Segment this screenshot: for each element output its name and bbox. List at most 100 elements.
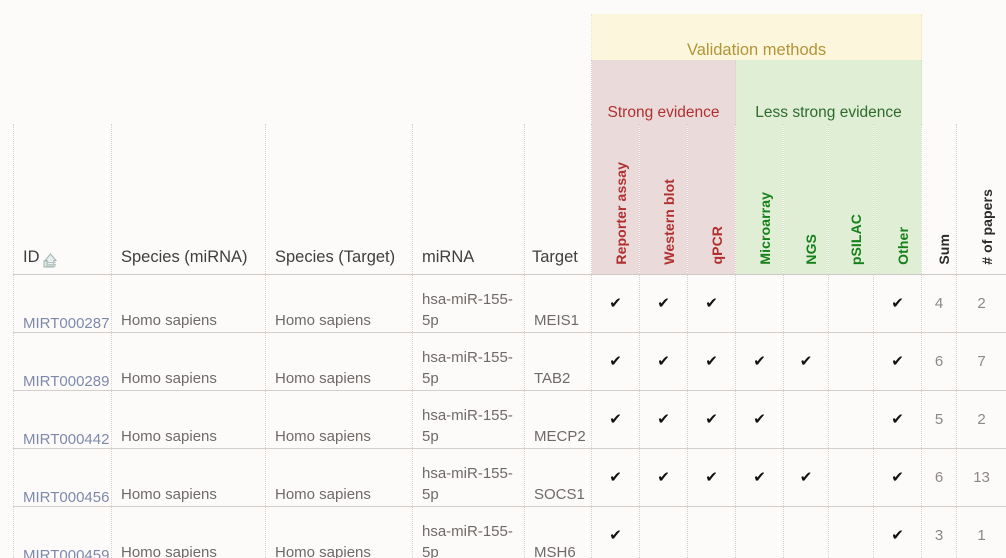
column-header-psilac-label: pSILAC (848, 213, 865, 265)
cell-other: ✔ (873, 390, 923, 449)
check-icon: ✔ (891, 411, 904, 428)
cell-id[interactable]: MIRT000459 (13, 506, 112, 558)
cell-target: SOCS1 (523, 448, 593, 507)
cell-qpcr: ✔ (687, 448, 737, 507)
cell-sum: 6 (921, 448, 958, 507)
check-icon: ✔ (705, 469, 718, 486)
group-header-spacer-right (922, 14, 1006, 60)
column-header-reporter-assay[interactable]: Reporter assay (591, 124, 641, 275)
column-header-species-mirna[interactable]: Species (miRNA) (111, 124, 266, 275)
group-header-row-2: Strong evidence Less strong evidence (14, 60, 1006, 124)
column-header-num-papers-label: # of papers (978, 189, 995, 265)
column-header-sum-label: Sum (936, 234, 953, 265)
cell-microarray (735, 506, 785, 558)
cell-id[interactable]: MIRT000289 (13, 332, 112, 391)
cell-western-blot: ✔ (639, 448, 689, 507)
column-header-num-papers[interactable]: # of papers (956, 124, 1006, 275)
cell-target: TAB2 (523, 332, 593, 391)
cell-species-target: Homo sapiens (265, 274, 413, 333)
cell-qpcr: ✔ (687, 274, 737, 333)
cell-num-papers: 1 (956, 506, 1006, 558)
group-header-validation-methods: Validation methods (591, 14, 923, 60)
group-header-strong-evidence: Strong evidence (591, 60, 737, 124)
cell-id[interactable]: MIRT000442 (13, 390, 112, 449)
cell-sum: 3 (921, 506, 958, 558)
cell-num-papers: 2 (956, 274, 1006, 333)
cell-mirna: hsa-miR-155-5p (412, 448, 525, 507)
column-header-microarray[interactable]: Microarray (735, 124, 785, 275)
column-header-other[interactable]: Other (873, 124, 923, 275)
cell-qpcr (687, 506, 737, 558)
column-header-microarray-label: Microarray (756, 192, 773, 265)
column-header-sum[interactable]: Sum (921, 124, 958, 275)
mirtarbase-id-link[interactable]: MIRT000287 (23, 315, 109, 332)
column-header-reporter-assay-label: Reporter assay (612, 162, 629, 265)
group-header-spacer-right-2 (922, 60, 1006, 124)
cell-mirna: hsa-miR-155-5p (412, 274, 525, 333)
column-header-target[interactable]: Target (523, 124, 593, 275)
cell-species-mirna: Homo sapiens (111, 274, 266, 333)
cell-ngs: ✔ (783, 448, 830, 507)
cell-other: ✔ (873, 506, 923, 558)
table-row[interactable]: MIRT000456 Homo sapiens Homo sapiens hsa-mi… (13, 448, 1006, 507)
cell-psilac (828, 332, 875, 391)
group-header-spacer-left (14, 14, 592, 60)
cell-ngs (783, 274, 830, 333)
column-header-ngs-label: NGS (803, 234, 820, 265)
cell-id[interactable]: MIRT000287 (13, 274, 112, 333)
column-header-id-label: ID (23, 247, 40, 266)
mirtarbase-id-link[interactable]: MIRT000442 (23, 431, 109, 448)
cell-species-target: Homo sapiens (265, 390, 413, 449)
cell-reporter-assay: ✔ (591, 332, 641, 391)
check-icon: ✔ (799, 469, 813, 486)
sort-updown-icon[interactable] (41, 251, 60, 270)
cell-reporter-assay: ✔ (591, 448, 641, 507)
check-icon: ✔ (753, 411, 766, 428)
column-header-id[interactable]: ID (13, 124, 112, 275)
check-icon: ✔ (609, 469, 622, 486)
cell-id[interactable]: MIRT000456 (13, 448, 112, 507)
group-header-row-1: Validation methods (14, 14, 1006, 60)
mirtarbase-id-link[interactable]: MIRT000459 (23, 547, 109, 558)
cell-microarray: ✔ (735, 332, 785, 391)
column-header-other-label: Other (894, 227, 911, 265)
check-icon: ✔ (891, 353, 904, 370)
check-icon: ✔ (891, 527, 904, 544)
cell-species-target: Homo sapiens (265, 506, 413, 558)
cell-species-target: Homo sapiens (265, 448, 413, 507)
cell-reporter-assay: ✔ (591, 274, 641, 333)
cell-mirna: hsa-miR-155-5p (412, 506, 525, 558)
cell-reporter-assay: ✔ (591, 506, 641, 558)
cell-species-mirna: Homo sapiens (111, 390, 266, 449)
mirtarbase-id-link[interactable]: MIRT000289 (23, 373, 109, 390)
cell-target: MECP2 (523, 390, 593, 449)
column-header-psilac[interactable]: pSILAC (828, 124, 875, 275)
cell-num-papers: 2 (956, 390, 1006, 449)
check-icon: ✔ (705, 295, 718, 312)
check-icon: ✔ (799, 353, 813, 370)
table-row[interactable]: MIRT000442 Homo sapiens Homo sapiens hsa-mi… (13, 390, 1006, 449)
cell-psilac (828, 390, 875, 449)
cell-species-target: Homo sapiens (265, 332, 413, 391)
table-row[interactable]: MIRT000287 Homo sapiens Homo sapiens hsa-mi… (13, 274, 1006, 333)
column-header-western-blot[interactable]: Western blot (639, 124, 689, 275)
cell-species-mirna: Homo sapiens (111, 506, 266, 558)
column-header-species-target[interactable]: Species (Target) (265, 124, 413, 275)
check-icon: ✔ (609, 527, 622, 544)
column-header-ngs[interactable]: NGS (783, 124, 830, 275)
check-icon: ✔ (609, 353, 622, 370)
cell-sum: 5 (921, 390, 958, 449)
column-header-mirna[interactable]: miRNA (412, 124, 525, 275)
cell-species-mirna: Homo sapiens (111, 448, 266, 507)
cell-target: MSH6 (523, 506, 593, 558)
cell-western-blot: ✔ (639, 390, 689, 449)
results-table-page: Validation methods Strong evidence Less … (0, 0, 1006, 558)
check-icon: ✔ (705, 353, 718, 370)
table-row[interactable]: MIRT000289 Homo sapiens Homo sapiens hsa-mi… (13, 332, 1006, 391)
cell-microarray: ✔ (735, 390, 785, 449)
column-header-qpcr[interactable]: qPCR (687, 124, 737, 275)
table-row[interactable]: MIRT000459 Homo sapiens Homo sapiens hsa-mi… (13, 506, 1006, 558)
cell-ngs (783, 506, 830, 558)
cell-ngs (783, 390, 830, 449)
mirtarbase-id-link[interactable]: MIRT000456 (23, 489, 109, 506)
